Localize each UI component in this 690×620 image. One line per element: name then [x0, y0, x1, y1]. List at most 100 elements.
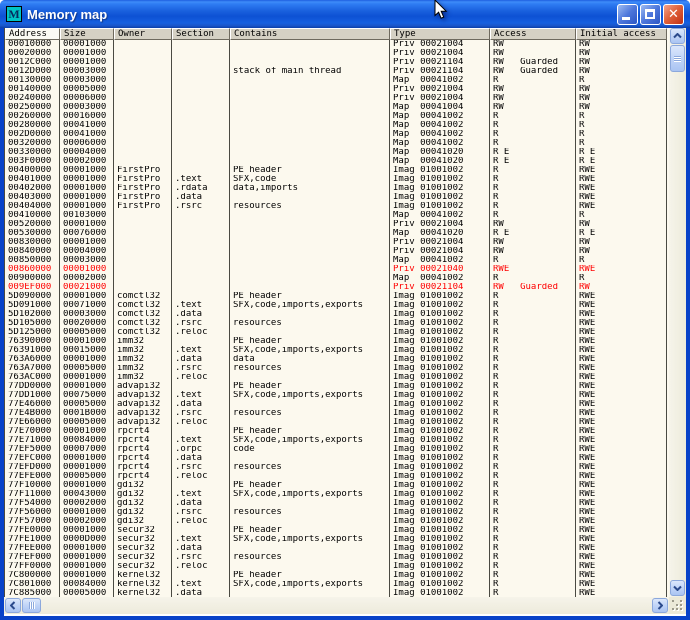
table-row[interactable]: 0012D00000003000stack of main threadPriv…: [5, 67, 669, 76]
close-button[interactable]: ✕: [663, 4, 684, 25]
table-row[interactable]: 77FEF00000001000secur32.rsrcresourcesIma…: [5, 553, 669, 562]
cell-initial-access: RW: [576, 103, 667, 112]
titlebar[interactable]: M Memory map ✕: [0, 0, 690, 28]
table-row[interactable]: 0002000000001000Priv 00021004RWRW: [5, 49, 669, 58]
table-row[interactable]: 77FE000000001000secur32PE headerImag 010…: [5, 526, 669, 535]
table-row[interactable]: 77E7100000084000rpcrt4.textSFX,code,impo…: [5, 436, 669, 445]
table-row[interactable]: 0040200000001000FirstPro.rdatadata,impor…: [5, 184, 669, 193]
table-row[interactable]: 7639000000001000imm32PE headerImag 01001…: [5, 337, 669, 346]
table-row[interactable]: 77EFC00000001000rpcrt4.dataImag 01001002…: [5, 454, 669, 463]
column-header-size[interactable]: Size: [60, 28, 114, 40]
table-row[interactable]: 77F5600000001000gdi32.rsrcresourcesImag …: [5, 508, 669, 517]
table-row[interactable]: 0013000000003000Map 00041002RR: [5, 76, 669, 85]
table-row[interactable]: 0040000000001000FirstProPE headerImag 01…: [5, 166, 669, 175]
vertical-scroll-thumb[interactable]: [670, 45, 685, 72]
cell-section: .text: [172, 490, 230, 499]
table-row[interactable]: 5D09000000001000comctl32PE headerImag 01…: [5, 292, 669, 301]
table-row[interactable]: 0086000000001000Priv 00021040RWERWE: [5, 265, 669, 274]
cell-section: .rsrc: [172, 202, 230, 211]
scroll-down-button[interactable]: [670, 580, 685, 596]
ollydbg-app-icon[interactable]: M: [6, 6, 22, 22]
table-row[interactable]: 77EFE00000005000rpcrt4.relocImag 0100100…: [5, 472, 669, 481]
table-row[interactable]: 0041000000103000Map 00041002RR: [5, 211, 669, 220]
cell-contains: [230, 265, 390, 274]
maximize-button[interactable]: [640, 4, 661, 25]
table-row[interactable]: 77F1000000001000gdi32PE headerImag 01001…: [5, 481, 669, 490]
table-row[interactable]: 0001000000001000Priv 00021004RWRW: [5, 40, 669, 49]
column-header-access[interactable]: Access: [490, 28, 576, 40]
cell-contains: [230, 310, 390, 319]
table-row[interactable]: 77E4600000005000advapi32.dataImag 010010…: [5, 400, 669, 409]
column-header-contains[interactable]: Contains: [230, 28, 390, 40]
table-row[interactable]: 77F5700000002000gdi32.relocImag 01001002…: [5, 517, 669, 526]
table-row[interactable]: 009EF00000021000Priv 00021104RW GuardedR…: [5, 283, 669, 292]
horizontal-scrollbar[interactable]: [4, 597, 669, 614]
table-row[interactable]: 77E6600000005000advapi32.relocImag 01001…: [5, 418, 669, 427]
table-row[interactable]: 77F5400000002000gdi32.dataImag 01001002R…: [5, 499, 669, 508]
table-row[interactable]: 77F1100000043000gdi32.textSFX,code,impor…: [5, 490, 669, 499]
table-row[interactable]: 0024000000006000Priv 00021004RWRW: [5, 94, 669, 103]
table-row[interactable]: 0012C00000001000Priv 00021104RW GuardedR…: [5, 58, 669, 67]
table-row[interactable]: 7C88500000005000kernel32.dataImag 010010…: [5, 589, 669, 597]
cell-address: 77FE1000: [5, 535, 60, 544]
table-row[interactable]: 003F000000002000Map 00041020R ER E: [5, 157, 669, 166]
table-row[interactable]: 002D000000041000Map 00041002RR: [5, 130, 669, 139]
table-row[interactable]: 77DD000000001000advapi32PE headerImag 01…: [5, 382, 669, 391]
table-row[interactable]: 77DD100000075000advapi32.textSFX,code,im…: [5, 391, 669, 400]
table-row[interactable]: 5D09100000071000comctl32.textSFX,code,im…: [5, 301, 669, 310]
cell-owner: advapi32: [114, 382, 172, 391]
table-row[interactable]: 5D10500000020000comctl32.rsrcresourcesIm…: [5, 319, 669, 328]
table-row[interactable]: 0025000000003000Map 00041004RWRW: [5, 103, 669, 112]
cell-address: 00840000: [5, 247, 60, 256]
column-header-address[interactable]: Address: [5, 28, 60, 40]
table-row[interactable]: 0028000000041000Map 00041002RR: [5, 121, 669, 130]
cell-owner: [114, 76, 172, 85]
table-row[interactable]: 0040300000001000FirstPro.dataImag 010010…: [5, 193, 669, 202]
table-row[interactable]: 5D10200000003000comctl32.dataImag 010010…: [5, 310, 669, 319]
table-row[interactable]: 0090000000002000Map 00041002RR: [5, 274, 669, 283]
scroll-right-button[interactable]: [652, 598, 668, 613]
table-row[interactable]: 77FE10000000D000secur32.textSFX,code,imp…: [5, 535, 669, 544]
cell-access: R: [490, 373, 576, 382]
table-row[interactable]: 0032000000006000Map 00041002RR: [5, 139, 669, 148]
table-row[interactable]: 7C80100000084000kernel32.textSFX,code,im…: [5, 580, 669, 589]
table-row[interactable]: 7C80000000001000kernel32PE headerImag 01…: [5, 571, 669, 580]
horizontal-scroll-thumb[interactable]: [22, 598, 41, 613]
table-row[interactable]: 77EF500000007000rpcrt4.orpccodeImag 0100…: [5, 445, 669, 454]
table-row[interactable]: 7639100000015000imm32.textSFX,code,impor…: [5, 346, 669, 355]
table-row[interactable]: 77EFD00000001000rpcrt4.rsrcresourcesImag…: [5, 463, 669, 472]
table-row[interactable]: 0033000000004000Map 00041020R ER E: [5, 148, 669, 157]
table-row[interactable]: 763A600000001000imm32.datadataImag 01001…: [5, 355, 669, 364]
cell-size: 00002000: [60, 157, 114, 166]
table-row[interactable]: 77FF000000001000secur32.relocImag 010010…: [5, 562, 669, 571]
table-row[interactable]: 0083000000001000Priv 00021004RWRW: [5, 238, 669, 247]
column-header-type[interactable]: Type: [390, 28, 490, 40]
cell-section: .data: [172, 454, 230, 463]
column-header-section[interactable]: Section: [172, 28, 230, 40]
cell-type: Priv 00021004: [390, 238, 490, 247]
scroll-left-button[interactable]: [5, 598, 21, 613]
column-header-owner[interactable]: Owner: [114, 28, 172, 40]
table-row[interactable]: 5D12500000005000comctl32.relocImag 01001…: [5, 328, 669, 337]
minimize-button[interactable]: [617, 4, 638, 25]
vertical-scrollbar[interactable]: [669, 28, 686, 597]
cell-owner: imm32: [114, 373, 172, 382]
table-row[interactable]: 0085000000003000Map 00041002RR: [5, 256, 669, 265]
table-row[interactable]: 77E7000000001000rpcrt4PE headerImag 0100…: [5, 427, 669, 436]
scroll-up-button[interactable]: [670, 28, 685, 44]
cell-type: Map 00041002: [390, 139, 490, 148]
table-row[interactable]: 77E4B0000001B000advapi32.rsrcresourcesIm…: [5, 409, 669, 418]
table-row[interactable]: 77FEE00000001000secur32.dataImag 0100100…: [5, 544, 669, 553]
table-row[interactable]: 0040100000001000FirstPro.textSFX,codeIma…: [5, 175, 669, 184]
table-row[interactable]: 763A700000005000imm32.rsrcresourcesImag …: [5, 364, 669, 373]
table-row[interactable]: 0014000000005000Priv 00021004RWRW: [5, 85, 669, 94]
chevron-right-icon: [657, 601, 663, 610]
table-row[interactable]: 0053000000076000Map 00041020R ER E: [5, 229, 669, 238]
column-header-initial-access[interactable]: Initial access: [576, 28, 667, 40]
table-row[interactable]: 763AC00000001000imm32.relocImag 01001002…: [5, 373, 669, 382]
table-row[interactable]: 0040400000001000FirstPro.rsrcresourcesIm…: [5, 202, 669, 211]
resize-grip[interactable]: [669, 597, 686, 614]
table-row[interactable]: 0084000000004000Priv 00021004RWRW: [5, 247, 669, 256]
table-row[interactable]: 0026000000016000Map 00041002RR: [5, 112, 669, 121]
table-row[interactable]: 0052000000001000Priv 00021004RWRW: [5, 220, 669, 229]
